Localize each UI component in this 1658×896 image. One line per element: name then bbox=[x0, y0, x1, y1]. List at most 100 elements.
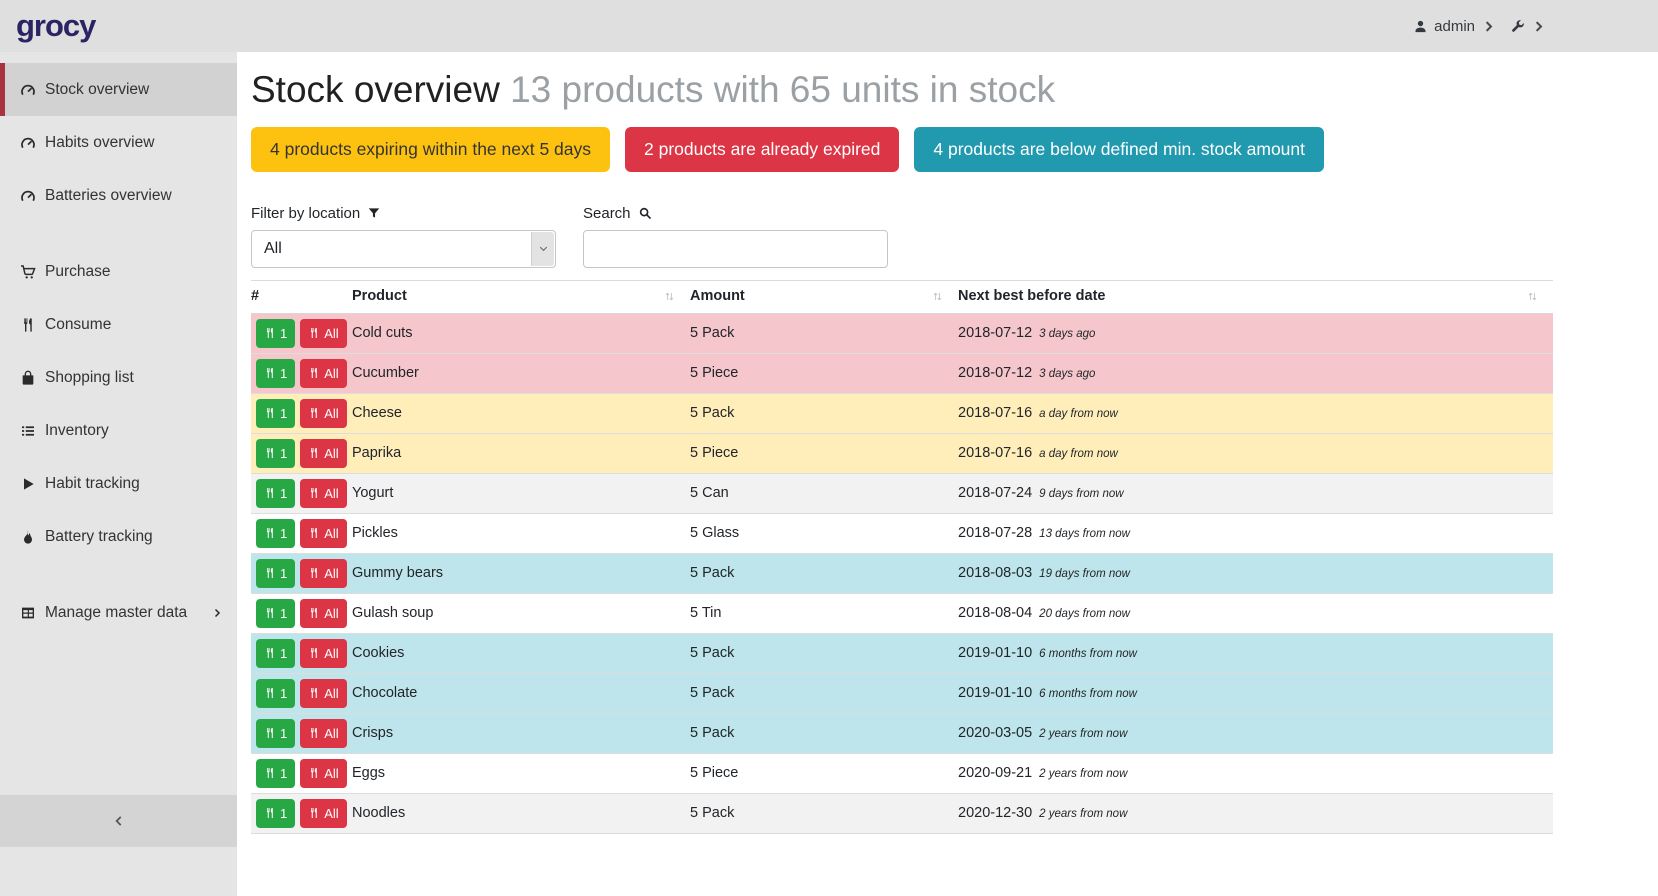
column-header-amount[interactable]: Amount bbox=[690, 280, 958, 313]
consume-one-button[interactable]: 1 bbox=[256, 679, 295, 708]
sidebar-item-label: Consume bbox=[45, 316, 223, 334]
consume-all-button[interactable]: All bbox=[300, 519, 346, 548]
consume-all-button[interactable]: All bbox=[300, 639, 346, 668]
user-name: admin bbox=[1434, 18, 1475, 35]
consume-one-button[interactable]: 1 bbox=[256, 559, 295, 588]
sort-icon[interactable] bbox=[1526, 290, 1539, 303]
consume-one-button[interactable]: 1 bbox=[256, 599, 295, 628]
app-logo: grocy bbox=[16, 8, 95, 44]
table-header-row: #ProductAmountNext best before date bbox=[251, 280, 1553, 313]
sort-icon[interactable] bbox=[663, 290, 676, 303]
relative-time: 2 years from now bbox=[1039, 808, 1127, 820]
sidebar-item-label: Habits overview bbox=[45, 134, 223, 152]
cell-amount: 5 Tin bbox=[690, 593, 958, 633]
cell-next-best-before-date: 2018-07-2813 days from now bbox=[958, 513, 1553, 553]
consume-all-button[interactable]: All bbox=[300, 679, 346, 708]
table-row-crisps: 1AllCrisps5 Pack2020-03-052 years from n… bbox=[251, 713, 1553, 753]
consume-one-button[interactable]: 1 bbox=[256, 519, 295, 548]
consume-all-button[interactable]: All bbox=[300, 479, 346, 508]
cell-product: Gummy bears bbox=[352, 553, 690, 593]
consume-all-button[interactable]: All bbox=[300, 799, 346, 828]
date-value: 2018-08-03 bbox=[958, 565, 1032, 581]
utensils-icon bbox=[264, 487, 276, 499]
utensils-icon bbox=[308, 567, 320, 579]
utensils-icon bbox=[308, 407, 320, 419]
chevron-right-icon bbox=[1481, 19, 1496, 34]
sidebar-item-manage-master-data[interactable]: Manage master data bbox=[0, 586, 237, 639]
cart-icon bbox=[20, 264, 36, 280]
cell-amount: 5 Pack bbox=[690, 793, 958, 833]
consume-one-button[interactable]: 1 bbox=[256, 359, 295, 388]
consume-all-button[interactable]: All bbox=[300, 399, 346, 428]
sidebar-item-inventory[interactable]: Inventory bbox=[0, 404, 237, 457]
utensils-icon bbox=[264, 327, 276, 339]
button-label: All bbox=[324, 606, 338, 621]
consume-one-button[interactable]: 1 bbox=[256, 439, 295, 468]
utensils-icon bbox=[308, 447, 320, 459]
button-label: 1 bbox=[280, 366, 287, 381]
consume-one-button[interactable]: 1 bbox=[256, 639, 295, 668]
sidebar-item-purchase[interactable]: Purchase bbox=[0, 245, 237, 298]
chevron-down-icon bbox=[531, 232, 554, 266]
consume-one-button[interactable]: 1 bbox=[256, 479, 295, 508]
consume-all-button[interactable]: All bbox=[300, 559, 346, 588]
table-row-cookies: 1AllCookies5 Pack2019-01-106 months from… bbox=[251, 633, 1553, 673]
cell-actions: 1All bbox=[251, 433, 352, 473]
sidebar-item-label: Batteries overview bbox=[45, 187, 223, 205]
utensils-icon bbox=[308, 607, 320, 619]
consume-all-button[interactable]: All bbox=[300, 719, 346, 748]
cell-product: Cold cuts bbox=[352, 313, 690, 353]
date-value: 2018-07-12 bbox=[958, 325, 1032, 341]
filters-row: Filter by location All Search bbox=[251, 205, 1658, 268]
location-filter-select[interactable]: All bbox=[251, 230, 556, 268]
column-header-[interactable]: # bbox=[251, 280, 352, 313]
consume-all-button[interactable]: All bbox=[300, 599, 346, 628]
cell-amount: 5 Pack bbox=[690, 673, 958, 713]
consume-one-button[interactable]: 1 bbox=[256, 799, 295, 828]
user-menu[interactable]: admin bbox=[1413, 18, 1496, 35]
wrench-icon bbox=[1510, 19, 1525, 34]
sidebar-item-consume[interactable]: Consume bbox=[0, 298, 237, 351]
consume-one-button[interactable]: 1 bbox=[256, 759, 295, 788]
cell-amount: 5 Pack bbox=[690, 713, 958, 753]
consume-one-button[interactable]: 1 bbox=[256, 399, 295, 428]
column-header-next-best-before-date[interactable]: Next best before date bbox=[958, 280, 1553, 313]
search-label-text: Search bbox=[583, 205, 631, 222]
search-input[interactable] bbox=[584, 231, 887, 267]
button-label: All bbox=[324, 686, 338, 701]
relative-time: 9 days from now bbox=[1039, 488, 1123, 500]
cell-actions: 1 All bbox=[251, 593, 352, 633]
utensils-icon bbox=[308, 327, 320, 339]
cell-product: Yogurt bbox=[352, 473, 690, 513]
utensils-icon bbox=[264, 727, 276, 739]
relative-time: 2 years from now bbox=[1039, 728, 1127, 740]
sidebar-item-battery-tracking[interactable]: Battery tracking bbox=[0, 510, 237, 563]
consume-all-button[interactable]: All bbox=[300, 359, 346, 388]
sidebar-item-batteries-overview[interactable]: Batteries overview bbox=[0, 169, 237, 222]
table-icon bbox=[20, 605, 36, 621]
sidebar-item-shopping-list[interactable]: Shopping list bbox=[0, 351, 237, 404]
consume-one-button[interactable]: 1 bbox=[256, 319, 295, 348]
sidebar-collapse-toggle[interactable] bbox=[0, 795, 237, 847]
relative-time: 6 months from now bbox=[1039, 648, 1137, 660]
settings-menu[interactable] bbox=[1510, 19, 1546, 34]
table-row-pickles: 1AllPickles5 Glass2018-07-2813 days from… bbox=[251, 513, 1553, 553]
sidebar-item-stock-overview[interactable]: Stock overview bbox=[0, 63, 237, 116]
consume-all-button[interactable]: All bbox=[300, 759, 346, 788]
date-value: 2018-07-16 bbox=[958, 405, 1032, 421]
utensils-icon bbox=[308, 527, 320, 539]
page-subtitle: 13 products with 65 units in stock bbox=[510, 69, 1055, 110]
consume-all-button[interactable]: All bbox=[300, 319, 346, 348]
column-header-product[interactable]: Product bbox=[352, 280, 690, 313]
consume-all-button[interactable]: All bbox=[300, 439, 346, 468]
utensils-icon bbox=[308, 687, 320, 699]
sort-icon[interactable] bbox=[931, 290, 944, 303]
sidebar-item-habits-overview[interactable]: Habits overview bbox=[0, 116, 237, 169]
consume-one-button[interactable]: 1 bbox=[256, 719, 295, 748]
sidebar-item-habit-tracking[interactable]: Habit tracking bbox=[0, 457, 237, 510]
shopping-bag-icon bbox=[20, 370, 36, 386]
button-label: All bbox=[324, 526, 338, 541]
cell-actions: 1 All bbox=[251, 673, 352, 713]
cell-actions: 1All bbox=[251, 793, 352, 833]
cell-product: Noodles bbox=[352, 793, 690, 833]
